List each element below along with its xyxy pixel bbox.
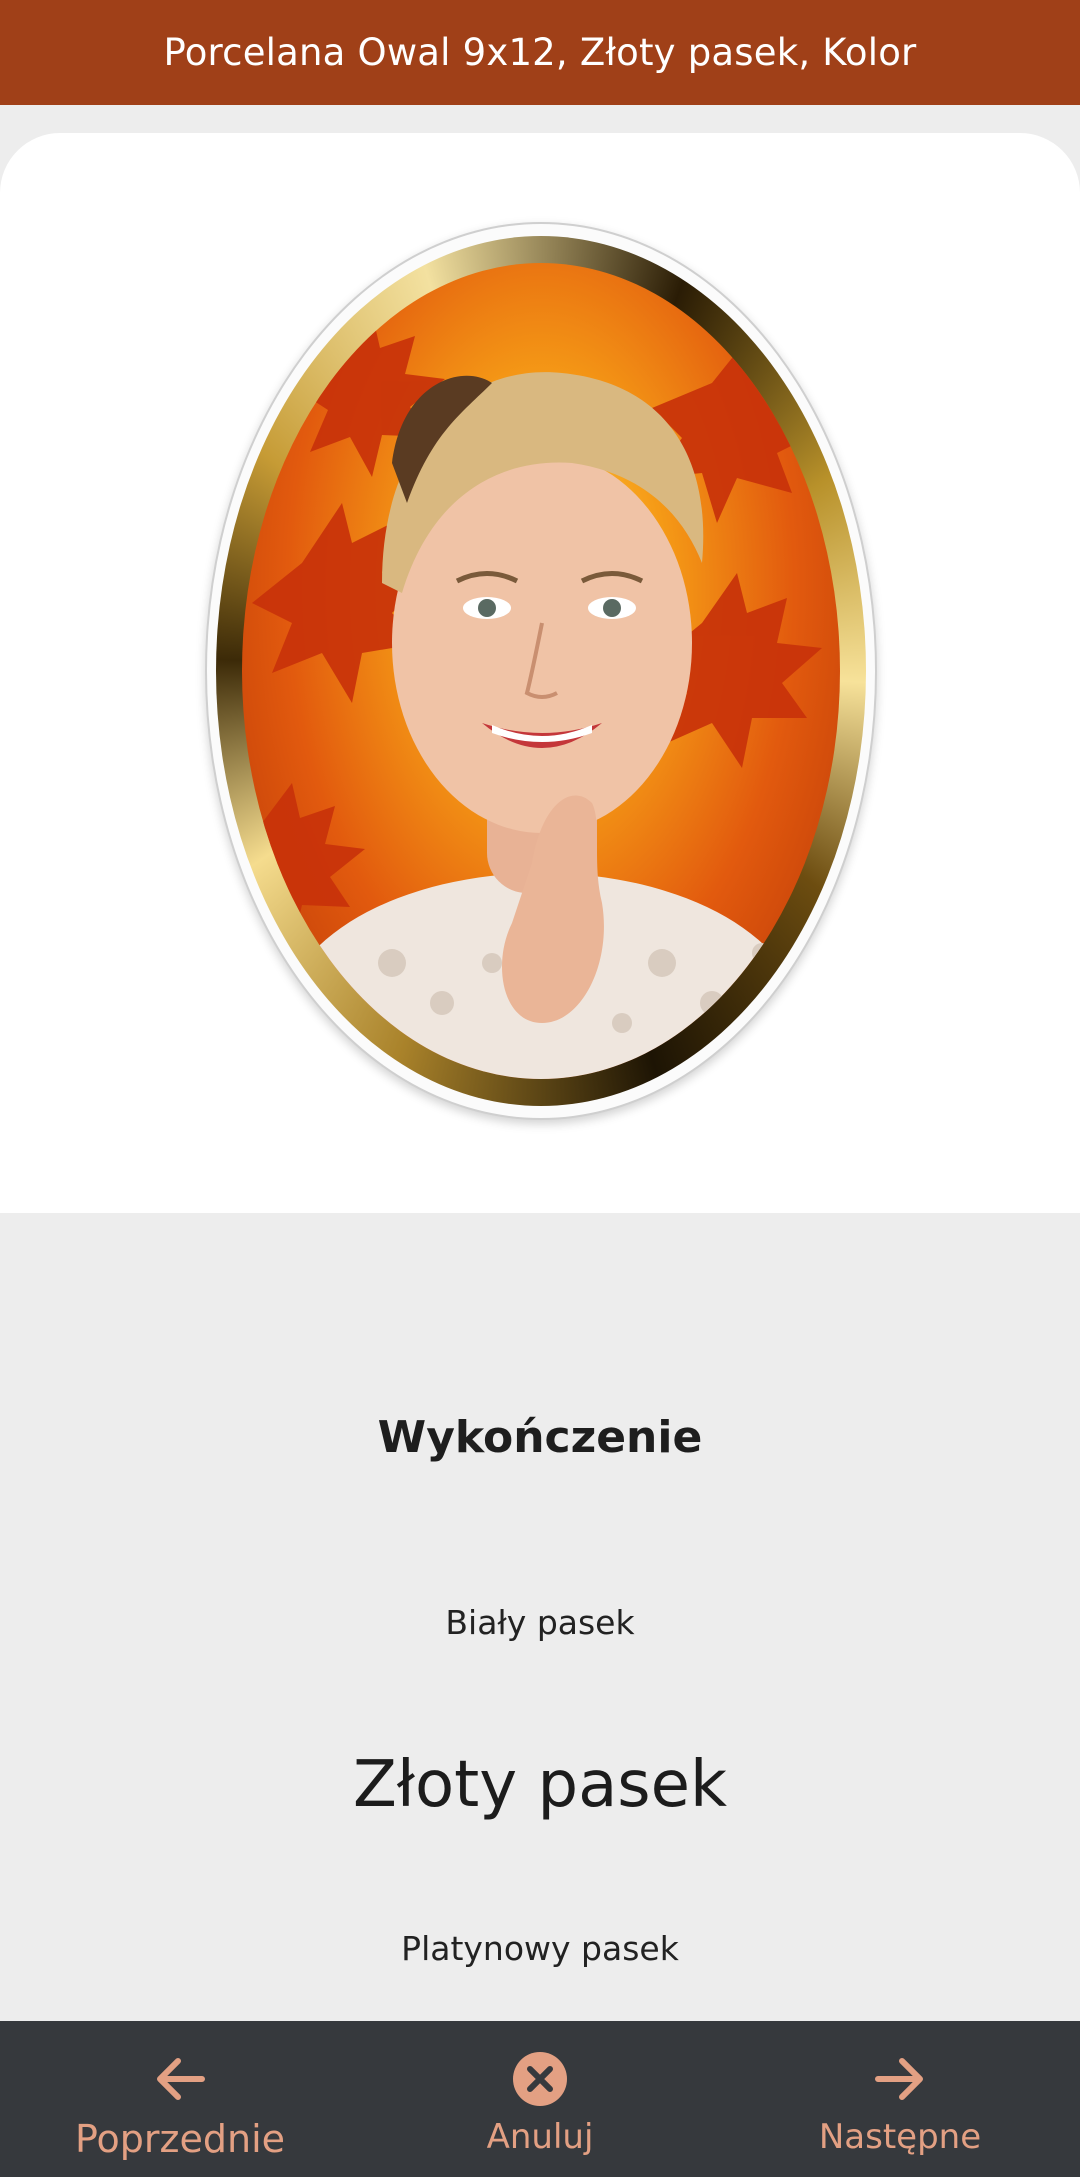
header-bar: Porcelana Owal 9x12, Złoty pasek, Kolor [0,0,1080,105]
cancel-button[interactable]: Anuluj [420,2021,660,2177]
option-gold-stripe-selected[interactable]: Złoty pasek [0,1748,1080,1822]
previous-label: Poprzednie [74,2117,286,2161]
previous-button[interactable]: Poprzednie [40,2021,320,2177]
preview-card [0,133,1080,1213]
option-white-stripe[interactable]: Biały pasek [0,1603,1080,1642]
arrow-right-icon [874,2049,926,2109]
arrow-left-icon [154,2049,206,2109]
cancel-label: Anuluj [486,2117,594,2157]
bottom-nav-bar: Poprzednie Anuluj Następne [0,2021,1080,2177]
close-circle-icon [511,2049,569,2109]
next-label: Następne [818,2117,982,2157]
page-title: Porcelana Owal 9x12, Złoty pasek, Kolor [163,31,917,74]
finish-section-title: Wykończenie [377,1412,703,1463]
next-button[interactable]: Następne [780,2021,1020,2177]
portrait-photo [242,263,840,1079]
option-platinum-stripe[interactable]: Platynowy pasek [0,1929,1080,1968]
